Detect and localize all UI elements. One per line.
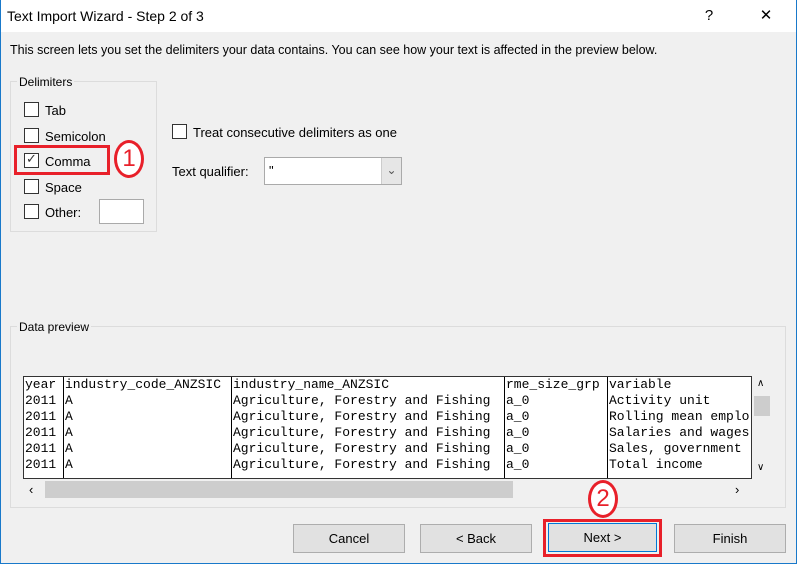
preview-cell: a_0 bbox=[506, 425, 530, 440]
checkbox-space[interactable] bbox=[24, 178, 39, 194]
scroll-up-icon[interactable]: ∧ bbox=[757, 378, 764, 389]
preview-cell: 2011 bbox=[25, 425, 57, 440]
scroll-down-icon[interactable]: ∨ bbox=[757, 462, 764, 473]
preview-label: Data preview bbox=[17, 320, 92, 334]
preview-header-cell: industry_code_ANZSIC bbox=[65, 377, 222, 392]
delimiter-label: Semicolon bbox=[45, 128, 106, 144]
data-preview-table: year 2011 2011 2011 2011 2011 industry_code_AN… bbox=[23, 376, 752, 479]
preview-cell: A bbox=[65, 409, 73, 424]
vertical-scroll-thumb[interactable] bbox=[754, 396, 770, 416]
preview-cell: A bbox=[65, 393, 73, 408]
preview-cell: Agriculture, Forestry and Fishing bbox=[233, 457, 491, 472]
preview-column: variable Activity unit Rolling mean emplo S… bbox=[608, 377, 751, 478]
preview-cell: 2011 bbox=[25, 441, 57, 456]
preview-cell: Salaries and wages bbox=[609, 425, 750, 440]
preview-header-cell: year bbox=[25, 377, 57, 392]
preview-cell: a_0 bbox=[506, 457, 530, 472]
qualifier-label: Text qualifier: bbox=[172, 164, 249, 179]
preview-cell: A bbox=[65, 457, 73, 472]
consecutive-checkbox[interactable] bbox=[172, 124, 187, 139]
horizontal-scroll-thumb[interactable] bbox=[45, 481, 513, 498]
preview-header-cell: variable bbox=[609, 377, 672, 392]
preview-cell: A bbox=[65, 441, 73, 456]
back-button[interactable]: < Back bbox=[420, 524, 532, 553]
preview-cell: 2011 bbox=[25, 409, 57, 424]
window-title: Text Import Wizard - Step 2 of 3 bbox=[7, 8, 204, 24]
qualifier-value: " bbox=[269, 163, 274, 178]
next-button[interactable]: Next > bbox=[548, 523, 657, 552]
preview-cell: Agriculture, Forestry and Fishing bbox=[233, 425, 491, 440]
delimiter-label: Tab bbox=[45, 103, 66, 118]
vertical-scrollbar[interactable]: ∧ ∨ bbox=[752, 376, 772, 479]
help-button[interactable]: ? bbox=[686, 0, 732, 32]
finish-button[interactable]: Finish bbox=[674, 524, 786, 553]
annotation-2: 2 bbox=[588, 480, 618, 518]
title-bar: Text Import Wizard - Step 2 of 3 ? ✕ bbox=[0, 0, 797, 32]
preview-cell: a_0 bbox=[506, 441, 530, 456]
preview-header-cell: rme_size_grp bbox=[506, 377, 600, 392]
chevron-down-icon[interactable]: ⌄ bbox=[381, 158, 401, 184]
preview-cell: Total income bbox=[609, 457, 703, 472]
other-delimiter-input[interactable] bbox=[99, 199, 144, 224]
preview-cell: 2011 bbox=[25, 457, 57, 472]
highlight-comma bbox=[14, 145, 110, 175]
delimiters-label: Delimiters bbox=[17, 75, 75, 89]
checkbox-tab[interactable] bbox=[24, 102, 39, 117]
preview-column: industry_name_ANZSIC Agriculture, Forestr… bbox=[232, 377, 505, 478]
preview-cell: 2011 bbox=[25, 393, 57, 408]
consecutive-label: Treat consecutive delimiters as one bbox=[193, 125, 398, 140]
annotation-1: 1 bbox=[114, 140, 144, 178]
preview-column: year 2011 2011 2011 2011 2011 bbox=[24, 377, 64, 478]
preview-cell: A bbox=[65, 425, 73, 440]
close-button[interactable]: ✕ bbox=[743, 0, 789, 32]
preview-cell: Agriculture, Forestry and Fishing bbox=[233, 393, 491, 408]
delimiter-label: Space bbox=[45, 179, 82, 195]
preview-cell: a_0 bbox=[506, 393, 530, 408]
preview-cell: Agriculture, Forestry and Fishing bbox=[233, 441, 491, 456]
checkbox-semicolon[interactable] bbox=[24, 127, 39, 143]
cancel-button[interactable]: Cancel bbox=[293, 524, 405, 553]
horizontal-scrollbar[interactable]: ‹ › bbox=[23, 480, 752, 499]
preview-header-cell: industry_name_ANZSIC bbox=[233, 377, 390, 392]
preview-column: rme_size_grp a_0 a_0 a_0 a_0 a_0 bbox=[505, 377, 608, 478]
preview-cell: Agriculture, Forestry and Fishing bbox=[233, 409, 491, 424]
scroll-left-icon[interactable]: ‹ bbox=[29, 482, 33, 497]
preview-cell: Activity unit bbox=[609, 393, 711, 408]
preview-cell: Rolling mean emplo bbox=[609, 409, 750, 424]
preview-cell: a_0 bbox=[506, 409, 530, 424]
preview-column: industry_code_ANZSIC A A A A A bbox=[64, 377, 232, 478]
delimiter-label: Other: bbox=[45, 205, 82, 220]
checkbox-other[interactable] bbox=[24, 204, 39, 219]
intro-text: This screen lets you set the delimiters … bbox=[10, 43, 658, 57]
preview-cell: Sales, government bbox=[609, 441, 742, 456]
scroll-right-icon[interactable]: › bbox=[735, 482, 739, 497]
qualifier-select[interactable]: " ⌄ bbox=[264, 157, 402, 185]
